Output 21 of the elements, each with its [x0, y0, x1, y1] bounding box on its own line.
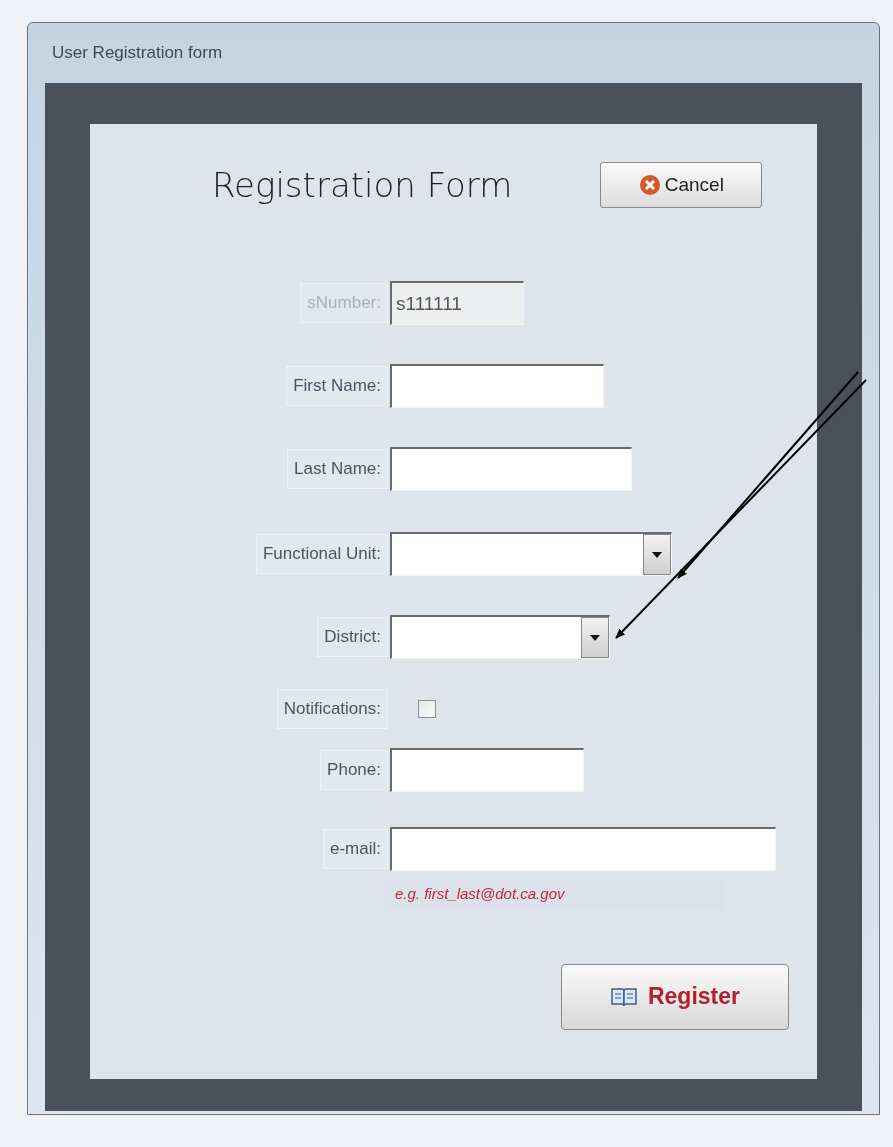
text-field[interactable]: [390, 364, 604, 408]
field-label: Notifications:: [276, 689, 388, 729]
field-label: First Name:: [286, 366, 388, 406]
field-label: District:: [317, 617, 388, 657]
field-label: e-mail:: [323, 829, 388, 869]
register-button[interactable]: Register: [561, 963, 789, 1030]
field-label: Phone:: [320, 750, 388, 790]
text-field[interactable]: [390, 447, 632, 491]
form-heading: Registration Form: [212, 163, 513, 207]
text-field[interactable]: [390, 748, 584, 792]
text-field[interactable]: [390, 827, 776, 871]
field-label: sNumber:: [300, 283, 388, 323]
dropdown-field[interactable]: [390, 532, 672, 576]
window-title: User Registration form: [52, 42, 223, 65]
checkbox[interactable]: [418, 700, 436, 718]
field-label: Last Name:: [287, 449, 388, 489]
cancel-button[interactable]: Cancel: [600, 162, 763, 208]
close-icon: [638, 174, 661, 196]
book-icon: [609, 985, 638, 1008]
dropdown-field[interactable]: [390, 615, 610, 659]
field-label: Functional Unit:: [255, 534, 388, 574]
